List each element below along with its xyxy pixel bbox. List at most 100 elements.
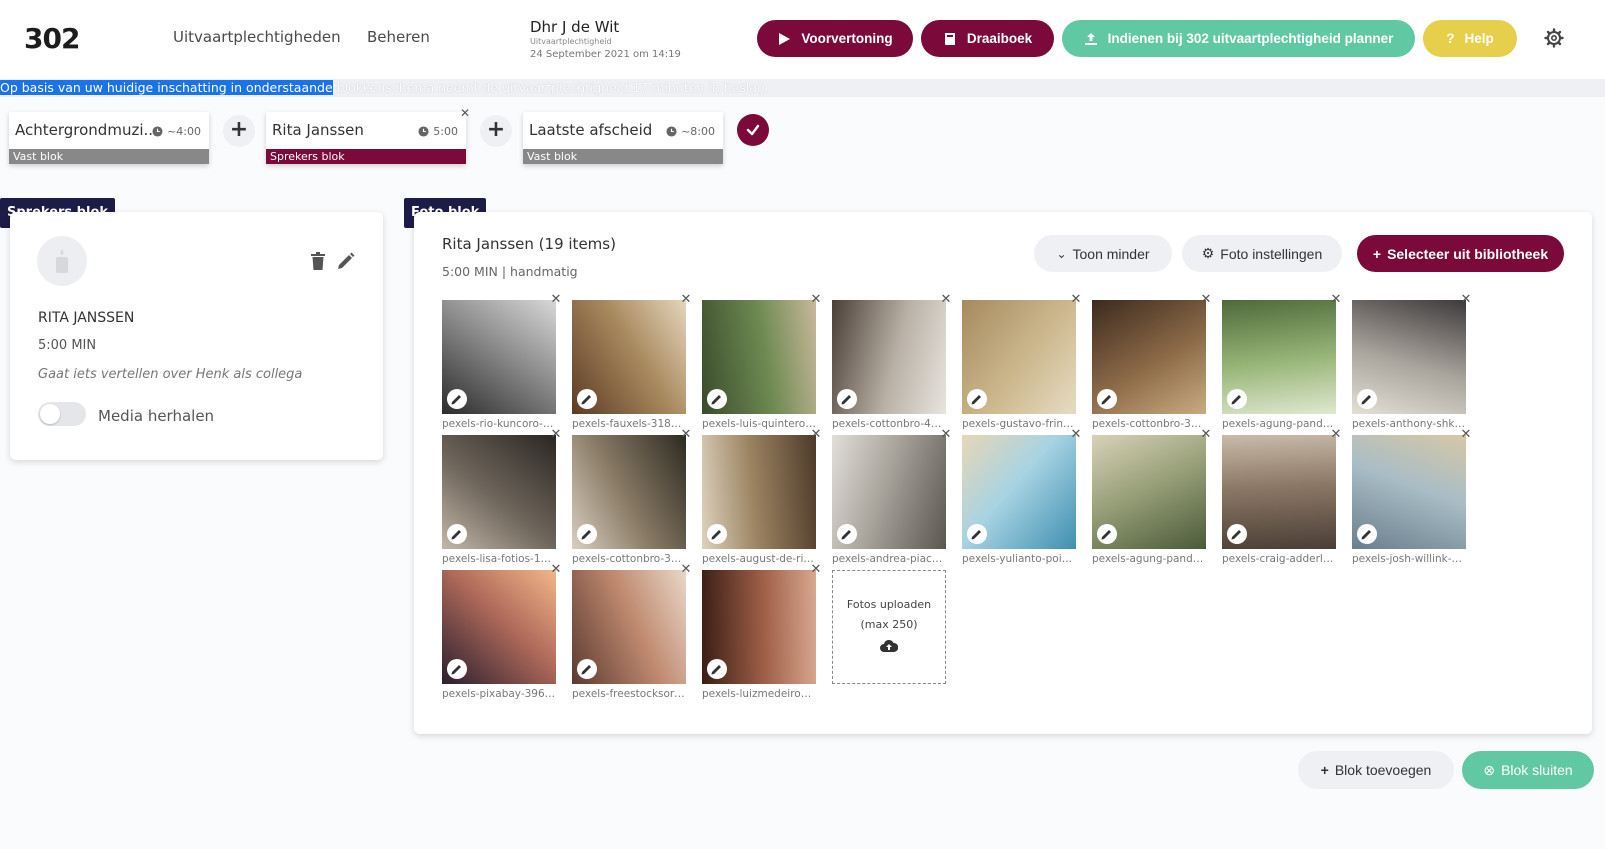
- submit-button[interactable]: Indienen bij 302 uitvaartplechtigheid pl…: [1062, 20, 1415, 57]
- photo-item[interactable]: ✕ pexels-lisa-fotios-16...: [442, 427, 561, 565]
- schedule-block-achtergrondmuziek[interactable]: Achtergrondmuzi... ~4:00 Vast blok: [9, 112, 209, 164]
- edit-photo-button[interactable]: [447, 659, 467, 679]
- photo-thumbnail[interactable]: [1352, 300, 1466, 414]
- photo-item[interactable]: ✕ pexels-luis-quintero-...: [702, 292, 821, 430]
- remove-photo-button[interactable]: ✕: [938, 427, 954, 443]
- photo-thumbnail[interactable]: [572, 300, 686, 414]
- edit-photo-button[interactable]: [1227, 389, 1247, 409]
- photo-item[interactable]: ✕ pexels-josh-willink-1...: [1352, 427, 1471, 565]
- remove-photo-button[interactable]: ✕: [1328, 292, 1344, 308]
- script-button[interactable]: Draaiboek: [921, 20, 1054, 57]
- schedule-block-laatste-afscheid[interactable]: Laatste afscheid ~8:00 Vast blok: [523, 112, 723, 164]
- nav-beheren[interactable]: Beheren: [367, 28, 430, 46]
- photo-thumbnail[interactable]: [572, 435, 686, 549]
- remove-photo-button[interactable]: ✕: [1068, 427, 1084, 443]
- schedule-block-rita-janssen[interactable]: Rita Janssen 5:00 Sprekers blok ✕: [266, 106, 470, 164]
- remove-photo-button[interactable]: ✕: [808, 427, 824, 443]
- edit-photo-button[interactable]: [447, 524, 467, 544]
- remove-photo-button[interactable]: ✕: [1328, 427, 1344, 443]
- edit-photo-button[interactable]: [707, 524, 727, 544]
- photo-thumbnail[interactable]: [442, 300, 556, 414]
- photo-thumbnail[interactable]: [442, 570, 556, 684]
- edit-photo-button[interactable]: [577, 659, 597, 679]
- photo-item[interactable]: ✕ pexels-august-de-ric...: [702, 427, 821, 565]
- photo-item[interactable]: ✕ pexels-andrea-piacqu...: [832, 427, 951, 565]
- close-block-button[interactable]: ⊗ Blok sluiten: [1462, 751, 1594, 789]
- photo-thumbnail[interactable]: [442, 435, 556, 549]
- edit-photo-button[interactable]: [1357, 524, 1377, 544]
- photo-thumbnail[interactable]: [1092, 435, 1206, 549]
- edit-photo-button[interactable]: [577, 524, 597, 544]
- remove-photo-button[interactable]: ✕: [548, 427, 564, 443]
- remove-photo-button[interactable]: ✕: [1198, 427, 1214, 443]
- edit-photo-button[interactable]: [837, 389, 857, 409]
- photo-item[interactable]: ✕ pexels-gustavo-fring...: [962, 292, 1081, 430]
- photo-thumbnail[interactable]: [1222, 300, 1336, 414]
- edit-photo-button[interactable]: [447, 389, 467, 409]
- edit-photo-button[interactable]: [707, 389, 727, 409]
- remove-block-button[interactable]: ✕: [458, 106, 472, 120]
- add-block-button[interactable]: + Blok toevoegen: [1298, 751, 1454, 789]
- photo-thumbnail[interactable]: [832, 300, 946, 414]
- photo-thumbnail[interactable]: [572, 570, 686, 684]
- photo-thumbnail[interactable]: [702, 300, 816, 414]
- media-repeat-toggle[interactable]: [38, 402, 86, 426]
- photo-item[interactable]: ✕ pexels-agung-pandit-...: [1092, 427, 1211, 565]
- photo-thumbnail[interactable]: [1222, 435, 1336, 549]
- photo-item[interactable]: ✕ pexels-cottonbro-31...: [1092, 292, 1211, 430]
- preview-button[interactable]: Voorvertoning: [757, 20, 913, 57]
- photo-item[interactable]: ✕ pexels-craig-adderley...: [1222, 427, 1341, 565]
- remove-photo-button[interactable]: ✕: [1198, 292, 1214, 308]
- edit-photo-button[interactable]: [837, 524, 857, 544]
- photo-thumbnail[interactable]: [1092, 300, 1206, 414]
- photo-item[interactable]: ✕ pexels-luizmedeirosp...: [702, 562, 821, 700]
- photo-item[interactable]: ✕ pexels-yulianto-poitie...: [962, 427, 1081, 565]
- photo-thumbnail[interactable]: [1352, 435, 1466, 549]
- edit-photo-button[interactable]: [577, 389, 597, 409]
- trash-icon[interactable]: [310, 252, 326, 270]
- add-block-between-button[interactable]: +: [223, 115, 255, 147]
- edit-photo-button[interactable]: [1227, 524, 1247, 544]
- edit-photo-button[interactable]: [967, 389, 987, 409]
- edit-photo-button[interactable]: [967, 524, 987, 544]
- remove-photo-button[interactable]: ✕: [938, 292, 954, 308]
- photo-item[interactable]: ✕ pexels-rio-kuncoro-3...: [442, 292, 561, 430]
- photo-thumbnail[interactable]: [832, 435, 946, 549]
- gear-icon[interactable]: [1544, 28, 1564, 48]
- remove-photo-button[interactable]: ✕: [1458, 427, 1474, 443]
- photo-thumbnail[interactable]: [962, 435, 1076, 549]
- edit-photo-button[interactable]: [1097, 524, 1117, 544]
- remove-photo-button[interactable]: ✕: [808, 562, 824, 578]
- photo-item[interactable]: ✕ pexels-pixabay-3969...: [442, 562, 561, 700]
- select-from-library-button[interactable]: + Selecteer uit bibliotheek: [1357, 235, 1564, 272]
- remove-photo-button[interactable]: ✕: [678, 427, 694, 443]
- photo-item[interactable]: ✕ pexels-fauxels-3184...: [572, 292, 691, 430]
- photo-item[interactable]: ✕ pexels-anthony-shkra...: [1352, 292, 1471, 430]
- add-block-between-button[interactable]: +: [480, 115, 512, 147]
- remove-photo-button[interactable]: ✕: [678, 562, 694, 578]
- show-less-button[interactable]: ⌄ Toon minder: [1034, 235, 1172, 272]
- edit-photo-button[interactable]: [1357, 389, 1377, 409]
- remove-photo-button[interactable]: ✕: [548, 292, 564, 308]
- edit-photo-button[interactable]: [1097, 389, 1117, 409]
- remove-photo-button[interactable]: ✕: [808, 292, 824, 308]
- remove-photo-button[interactable]: ✕: [548, 562, 564, 578]
- photo-item[interactable]: ✕ pexels-cottonbro-31...: [572, 427, 691, 565]
- nav-uitvaartplechtigheden[interactable]: Uitvaartplechtigheden: [173, 28, 341, 46]
- photo-item[interactable]: ✕ pexels-freestocksorg-...: [572, 562, 691, 700]
- remove-photo-button[interactable]: ✕: [678, 292, 694, 308]
- photo-thumbnail[interactable]: [702, 570, 816, 684]
- pencil-icon[interactable]: [337, 252, 355, 270]
- photo-thumbnail[interactable]: [962, 300, 1076, 414]
- confirm-schedule-button[interactable]: [737, 114, 769, 146]
- photo-thumbnail[interactable]: [702, 435, 816, 549]
- photo-item[interactable]: ✕ pexels-agung-pandit-...: [1222, 292, 1341, 430]
- logo[interactable]: 302: [24, 22, 80, 55]
- photo-upload-dropzone[interactable]: Fotos uploaden (max 250): [832, 570, 946, 684]
- remove-photo-button[interactable]: ✕: [1458, 292, 1474, 308]
- photo-item[interactable]: ✕ pexels-cottonbro-40...: [832, 292, 951, 430]
- remove-photo-button[interactable]: ✕: [1068, 292, 1084, 308]
- edit-photo-button[interactable]: [707, 659, 727, 679]
- help-button[interactable]: ? Help: [1423, 20, 1517, 57]
- photo-settings-button[interactable]: ⚙ Foto instellingen: [1182, 235, 1342, 272]
